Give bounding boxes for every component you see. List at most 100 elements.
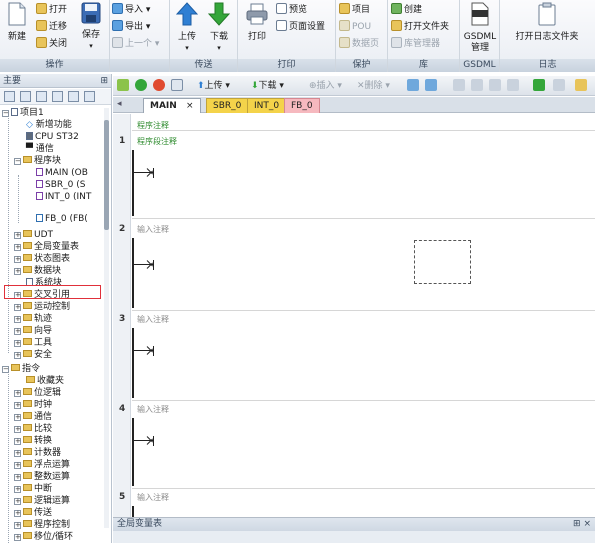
tree-item-shift-rotate[interactable]: + 移位/循环 [14, 531, 73, 543]
tree-item-tools[interactable]: + 工具 [14, 337, 52, 349]
tree-item-counter[interactable]: + 计数器 [14, 447, 61, 459]
tree-item-logic-ops[interactable]: + 逻辑运算 [14, 495, 70, 507]
rung-contact-icon[interactable] [133, 346, 155, 356]
pin-icon[interactable]: ⊞ [100, 74, 108, 88]
tree-item-wizard[interactable]: + 向导 [14, 325, 52, 337]
tree-item-convert[interactable]: + 转换 [14, 435, 52, 447]
tree-item-int[interactable]: INT_0 (INT [36, 191, 91, 203]
project-protect-button[interactable]: 项目 [339, 3, 370, 17]
ladder-icon[interactable] [453, 79, 465, 93]
print-button[interactable]: 打印 [242, 2, 272, 43]
lock-icon[interactable] [575, 79, 587, 93]
data-page-protect-button[interactable]: 数据页 [339, 37, 379, 51]
network-1[interactable]: 1 程序段注释 [113, 114, 595, 218]
network-5[interactable]: 5 输入注释 [113, 488, 595, 517]
export-button[interactable]: 导出 ▾ [112, 20, 150, 34]
tree-item-project[interactable]: − 项目1 [2, 107, 44, 119]
toolbar-download-button[interactable]: ⬇下载 ▾ [251, 79, 284, 93]
ladder-icon[interactable] [507, 79, 519, 93]
view-icon[interactable] [84, 91, 95, 102]
tab-scroll-left-icon[interactable]: ◂ [117, 97, 122, 112]
open-folder-button[interactable]: 打开文件夹 [391, 20, 449, 34]
network-comment[interactable]: 输入注释 [137, 492, 169, 503]
tree-item-motion[interactable]: + 运动控制 [14, 301, 70, 313]
page-setup-button[interactable]: 页面设置 [276, 20, 325, 34]
tree-item-float-math[interactable]: + 浮点运算 [14, 459, 70, 471]
tree-item-favorites[interactable]: 收藏夹 [26, 375, 64, 387]
bookmark-icon[interactable] [553, 79, 565, 93]
close-icon[interactable]: × [186, 101, 194, 111]
upload-button[interactable]: 上传 ▾ [173, 2, 201, 54]
run-icon[interactable] [135, 79, 147, 93]
view-icon[interactable] [52, 91, 63, 102]
migrate-button[interactable]: 迁移 [36, 20, 67, 34]
gsdml-manage-button[interactable]: GSDML 管理 [462, 2, 498, 54]
open-log-folder-button[interactable]: 打开日志文件夹 [504, 2, 590, 43]
tree-item-int-math[interactable]: + 整数运算 [14, 471, 70, 483]
tab-main[interactable]: MAIN × [143, 98, 201, 113]
view-icon[interactable] [68, 91, 79, 102]
tree-item-udt[interactable]: + UDT [14, 229, 53, 241]
save-button[interactable]: 保存 ▾ [78, 2, 104, 52]
tree-item-compare[interactable]: + 比较 [14, 423, 52, 435]
network-2[interactable]: 2 输入注释 [113, 218, 595, 310]
rung-contact-icon[interactable] [133, 436, 155, 446]
tree-item-clock[interactable]: + 时钟 [14, 399, 52, 411]
pou-protect-button[interactable]: POU [339, 20, 371, 34]
toolbar-upload-button[interactable]: ⬆上传 ▾ [197, 79, 230, 93]
network-comment[interactable]: 输入注释 [137, 224, 169, 235]
rung-contact-icon[interactable] [133, 168, 155, 178]
stop-icon[interactable] [153, 79, 165, 93]
tree-item-transfer[interactable]: + 传送 [14, 507, 52, 519]
tree-item-cpu[interactable]: CPU ST32 [26, 131, 79, 143]
view-icon[interactable] [4, 91, 15, 102]
view-icon[interactable] [20, 91, 31, 102]
download-button[interactable]: 下载 ▾ [204, 2, 234, 54]
open-button[interactable]: 打开 [36, 3, 67, 17]
previous-button[interactable]: 上一个 ▾ [112, 37, 159, 51]
network-4[interactable]: 4 输入注释 [113, 400, 595, 488]
tree-item-instructions[interactable]: − 指令 [2, 363, 40, 375]
ladder-icon[interactable] [471, 79, 483, 93]
tree-item-sbr[interactable]: SBR_0 (S [36, 179, 85, 191]
panel-controls[interactable]: ⊞ × [573, 518, 591, 531]
view-icon[interactable] [36, 91, 47, 102]
network-icon[interactable] [407, 79, 419, 93]
tree-item-global-vars[interactable]: + 全局变量表 [14, 241, 79, 253]
tree-item-program-ctrl[interactable]: + 程序控制 [14, 519, 70, 531]
ladder-icon[interactable] [489, 79, 501, 93]
new-button[interactable]: 新建 [4, 2, 30, 43]
toolbar-insert-button[interactable]: ⊕插入 ▾ [309, 79, 342, 93]
tree-item-safety[interactable]: + 安全 [14, 349, 52, 361]
close-button[interactable]: 关闭 [36, 37, 67, 51]
tab-fb[interactable]: FB_0 [284, 98, 320, 113]
tree-scrollbar[interactable] [104, 108, 109, 528]
check-icon[interactable] [171, 79, 183, 93]
scrollbar-thumb[interactable] [104, 120, 109, 230]
tree-item-fb[interactable]: FB_0 (FB( [36, 213, 88, 225]
toolbar-delete-button[interactable]: ✕删除 ▾ [357, 79, 390, 93]
network-comment[interactable]: 程序段注释 [137, 136, 177, 147]
tree-item-status-chart[interactable]: + 状态图表 [14, 253, 70, 265]
tab-sbr[interactable]: SBR_0 [206, 98, 249, 113]
preview-button[interactable]: 预览 [276, 3, 307, 17]
import-button[interactable]: 导入 ▾ [112, 3, 150, 17]
tree-item-new-feature[interactable]: ◇ 新增功能 [26, 119, 72, 131]
tree-item-interrupt[interactable]: + 中断 [14, 483, 52, 495]
tree-item-track[interactable]: + 轨迹 [14, 313, 52, 325]
ladder-editor[interactable]: 程序注释 1 程序段注释 2 输入注释 3 输入注释 4 输入注释 5 输入注释 [113, 114, 595, 517]
tab-int[interactable]: INT_0 [247, 98, 287, 113]
tree-item-bit-logic[interactable]: + 位逻辑 [14, 387, 61, 399]
tree-item-comm[interactable]: ▀ 通信 [26, 143, 54, 155]
tree-item-communication[interactable]: + 通信 [14, 411, 52, 423]
goto-icon[interactable] [533, 79, 545, 93]
tree-item-program-block[interactable]: − 程序块 [14, 155, 61, 167]
network-comment[interactable]: 输入注释 [137, 314, 169, 325]
create-library-button[interactable]: 创建 [391, 3, 422, 17]
compile-icon[interactable] [117, 79, 129, 93]
network-icon[interactable] [425, 79, 437, 93]
network-comment[interactable]: 输入注释 [137, 404, 169, 415]
tree-item-data-block[interactable]: + 数据块 [14, 265, 61, 277]
library-manager-button[interactable]: 库管理器 [391, 37, 440, 51]
network-3[interactable]: 3 输入注释 [113, 310, 595, 400]
